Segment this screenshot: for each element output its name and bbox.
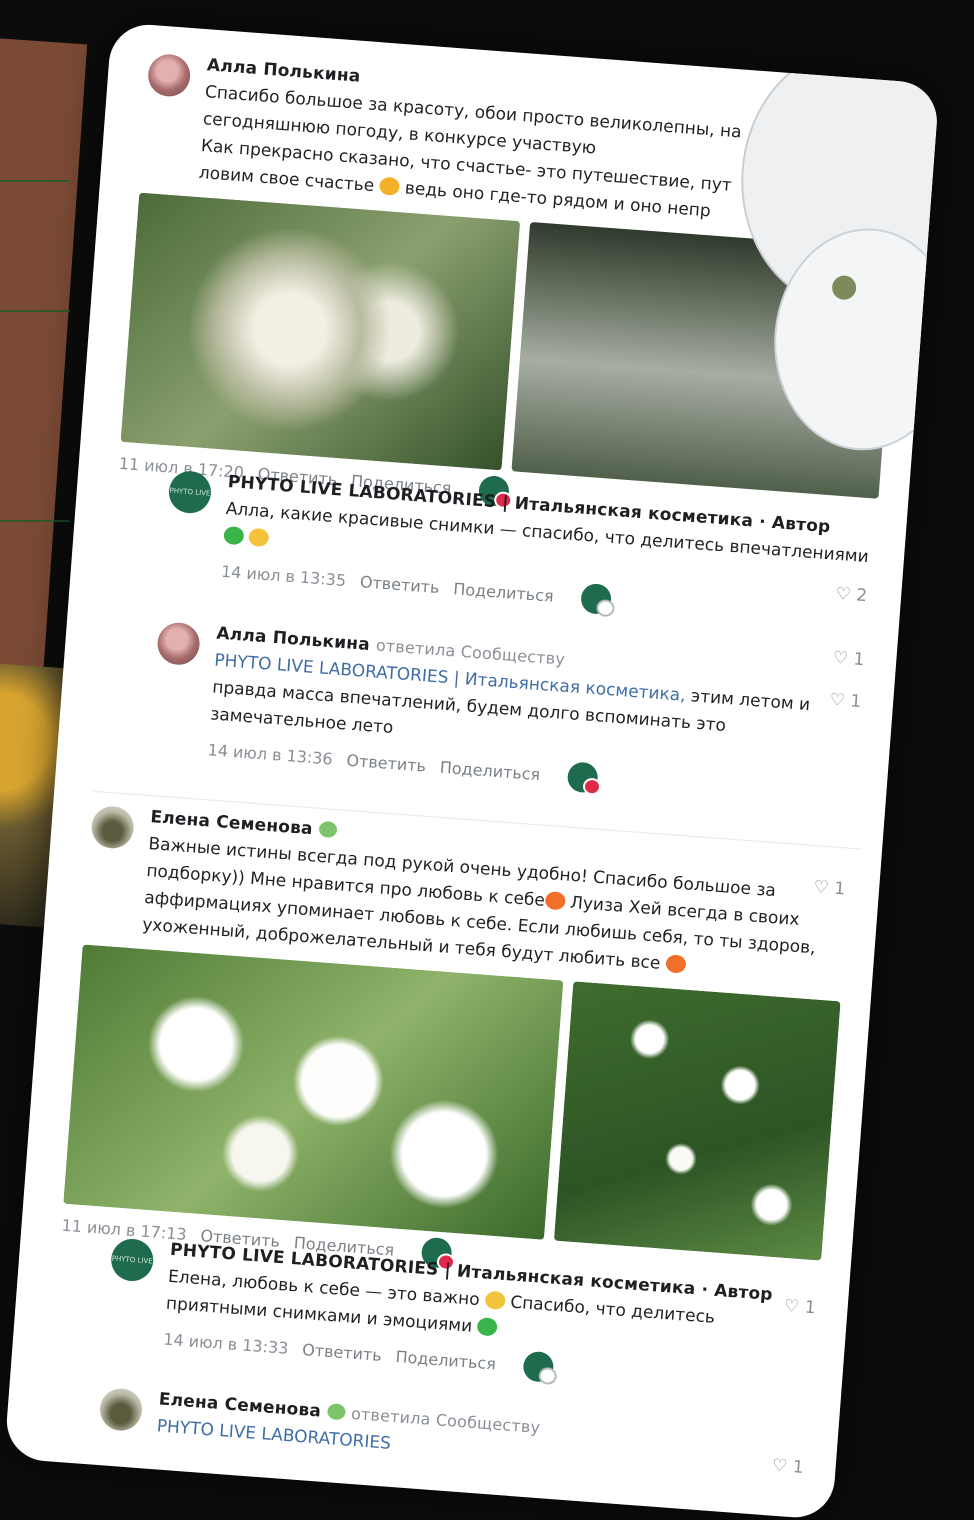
raised-hands-emoji-icon <box>248 527 270 548</box>
like-button[interactable]: ♡ 1 <box>832 648 865 670</box>
like-count: 1 <box>803 1297 817 1319</box>
like-count: 1 <box>833 878 846 900</box>
comment-item: Алла Полькина Спасибо большое за красоту… <box>118 51 908 606</box>
avatar[interactable] <box>146 52 192 98</box>
leaf-emoji-icon <box>318 820 338 839</box>
photo-attachments <box>63 944 841 1261</box>
liker-avatar[interactable] <box>522 1350 555 1383</box>
green-heart-emoji-icon <box>476 1317 499 1337</box>
jasmine-bush-photo[interactable] <box>554 981 841 1261</box>
share-button[interactable]: Поделиться <box>439 757 541 783</box>
reply-button[interactable]: Ответить <box>359 572 440 597</box>
reply-button[interactable]: Ответить <box>302 1340 383 1365</box>
pond-photo[interactable] <box>511 221 898 499</box>
reply-item: Елена Семенова ответила Сообществу PHYTO… <box>98 1385 810 1489</box>
community-avatar[interactable]: PHYTO LIVE <box>109 1237 155 1283</box>
liker-avatar[interactable] <box>580 582 613 616</box>
jasmine-photo[interactable] <box>63 944 564 1240</box>
like-button[interactable]: ♡ 1 <box>813 877 846 899</box>
reply-button[interactable]: Ответить <box>346 750 427 775</box>
orange-heart-emoji-icon <box>544 890 566 911</box>
like-button[interactable]: ♡ 1 <box>783 1296 816 1318</box>
glitch-line <box>0 310 70 312</box>
like-count: 1 <box>852 649 866 671</box>
glitch-line <box>0 520 70 522</box>
comment-date[interactable]: 14 июл в 13:33 <box>163 1329 289 1357</box>
leaf-emoji-icon <box>326 1403 346 1421</box>
comment-item: Елена Семенова Важные истины всегда под … <box>61 803 852 1297</box>
green-heart-emoji-icon <box>223 525 245 546</box>
comments-card: Алла Полькина Спасибо большое за красоту… <box>4 22 940 1520</box>
liker-avatar[interactable] <box>567 761 600 794</box>
photo-attachments <box>120 192 898 499</box>
orange-heart-emoji-icon <box>665 954 687 974</box>
like-count: 1 <box>849 691 862 713</box>
avatar[interactable] <box>98 1387 144 1433</box>
like-button[interactable]: ♡ 1 <box>771 1456 804 1478</box>
smiling-hearts-emoji-icon <box>378 176 401 197</box>
avatar[interactable] <box>156 621 202 667</box>
reply-item: Алла Полькина ответила Сообществу PHYTO … <box>149 619 868 813</box>
community-avatar[interactable]: PHYTO LIVE <box>167 469 213 515</box>
share-button[interactable]: Поделиться <box>453 579 555 605</box>
raised-hands-emoji-icon <box>484 1290 506 1311</box>
glitch-line <box>0 180 70 182</box>
like-button[interactable]: ♡ 1 <box>829 690 862 712</box>
comment-date[interactable]: 14 июл в 13:35 <box>220 561 346 589</box>
avatar[interactable] <box>90 804 136 850</box>
dandelion-photo[interactable] <box>120 192 521 471</box>
share-button[interactable]: Поделиться <box>395 1347 497 1373</box>
comment-date[interactable]: 14 июл в 13:36 <box>207 740 333 768</box>
like-count: 1 <box>791 1457 805 1478</box>
